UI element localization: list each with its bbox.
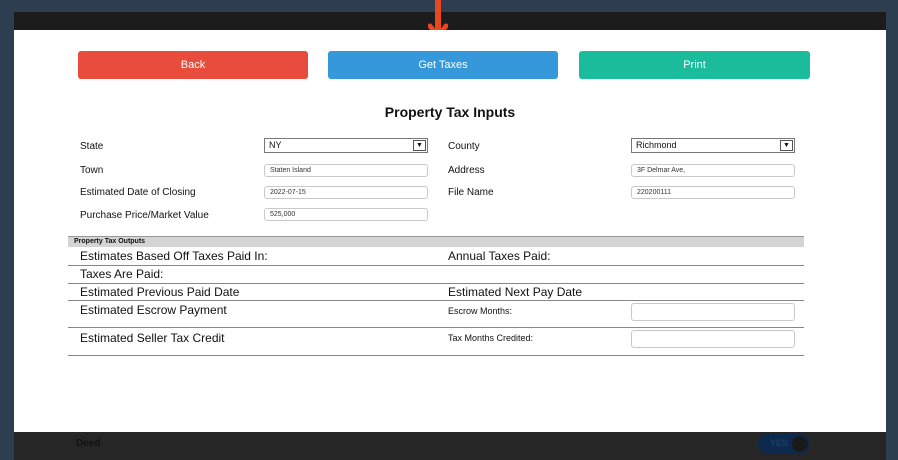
get-taxes-button[interactable]: Get Taxes <box>328 51 558 79</box>
county-value: Richmond <box>636 140 677 150</box>
divider <box>68 355 804 356</box>
address-label: Address <box>448 165 485 176</box>
divider <box>68 265 804 266</box>
chevron-down-icon: ▼ <box>413 140 426 151</box>
tax-months-credited-label: Tax Months Credited: <box>448 333 534 343</box>
closing-date-label: Estimated Date of Closing <box>80 187 196 198</box>
closing-date-input[interactable]: 2022-07-15 <box>264 186 428 199</box>
print-button[interactable]: Print <box>579 51 810 79</box>
divider <box>68 300 804 301</box>
taxes-are-paid-label: Taxes Are Paid: <box>80 267 164 281</box>
tax-months-credited-input[interactable] <box>631 330 795 348</box>
address-input[interactable]: 3F Delmar Ave, <box>631 164 795 177</box>
town-label: Town <box>80 165 104 176</box>
bottom-bar <box>14 432 886 460</box>
seller-tax-credit-label: Estimated Seller Tax Credit <box>80 331 225 345</box>
page-title: Property Tax Inputs <box>384 104 516 120</box>
file-name-input[interactable]: 220200111 <box>631 186 795 199</box>
previous-paid-date-label: Estimated Previous Paid Date <box>80 285 240 299</box>
property-tax-panel: Back Get Taxes Print Property Tax Inputs… <box>14 30 886 432</box>
divider <box>68 327 804 328</box>
next-pay-date-label: Estimated Next Pay Date <box>448 285 583 299</box>
toggle-label: YES <box>770 438 789 448</box>
county-label: County <box>448 141 480 152</box>
outputs-section-header: Property Tax Outputs <box>68 236 804 247</box>
state-value: NY <box>269 140 282 150</box>
state-select[interactable]: NY ▼ <box>264 138 428 153</box>
escrow-months-label: Escrow Months: <box>448 306 513 316</box>
toggle-knob <box>792 436 808 452</box>
annual-taxes-label: Annual Taxes Paid: <box>448 249 551 263</box>
chevron-down-icon: ▼ <box>780 140 793 151</box>
purchase-price-label: Purchase Price/Market Value <box>80 210 209 221</box>
county-select[interactable]: Richmond ▼ <box>631 138 795 153</box>
escrow-months-input[interactable] <box>631 303 795 321</box>
back-button[interactable]: Back <box>78 51 308 79</box>
divider <box>68 283 804 284</box>
deed-toggle[interactable]: YES <box>758 434 810 454</box>
town-input[interactable]: Staten Island <box>264 164 428 177</box>
deed-label: Deed <box>76 438 101 449</box>
state-label: State <box>80 141 104 152</box>
top-bar <box>14 12 886 30</box>
purchase-price-input[interactable]: 525,000 <box>264 208 428 221</box>
escrow-payment-label: Estimated Escrow Payment <box>80 303 227 317</box>
based-off-label: Estimates Based Off Taxes Paid In: <box>80 249 268 263</box>
file-name-label: File Name <box>448 187 494 198</box>
